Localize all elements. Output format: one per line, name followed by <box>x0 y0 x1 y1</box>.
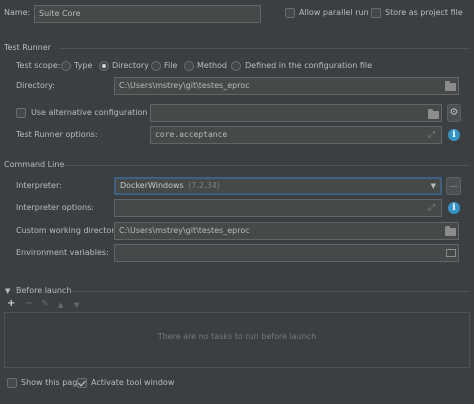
interpreter-version: (7.2.34) <box>188 181 220 190</box>
allow-parallel-label: Allow parallel run <box>299 8 369 17</box>
expand-icon[interactable]: ⤢ <box>428 203 435 213</box>
directory-input[interactable]: C:\Users\mstrey\git\testes_eproc <box>114 77 459 95</box>
scope-option-configuration: Defined in the configuration file <box>245 61 373 70</box>
info-icon[interactable]: i <box>448 129 460 141</box>
chevron-down-icon: ▼ <box>430 182 436 190</box>
move-down-icon[interactable]: ▼ <box>74 300 79 310</box>
scope-radio-directory[interactable] <box>99 61 109 71</box>
working-dir-input[interactable]: C:\Users\mstrey\git\testes_eproc <box>114 222 459 240</box>
test-runner-options-input[interactable]: core.acceptance <box>150 126 442 144</box>
before-launch-task-list[interactable]: There are no tasks to run before launch <box>4 312 470 368</box>
interpreter-label: Interpreter: <box>16 181 62 190</box>
scope-radio-type[interactable] <box>61 61 71 71</box>
env-vars-input[interactable] <box>114 244 459 262</box>
scope-radio-configuration[interactable] <box>231 61 241 71</box>
document-icon[interactable] <box>446 249 456 257</box>
activate-tool-window-checkbox[interactable] <box>77 378 87 388</box>
before-launch-section-title: Before launch <box>16 286 72 295</box>
before-launch-separator <box>72 291 470 292</box>
empty-tasks-text: There are no tasks to run before launch <box>157 332 317 341</box>
scope-radio-method[interactable] <box>184 61 194 71</box>
store-project-checkbox[interactable] <box>371 8 381 18</box>
folder-icon[interactable] <box>445 81 456 91</box>
show-page-label: Show this page <box>21 378 83 387</box>
interpreter-options-label: Interpreter options: <box>16 203 94 212</box>
gear-icon[interactable]: ⚙ <box>447 104 461 122</box>
test-scope-label: Test scope: <box>16 61 61 70</box>
alt-config-checkbox[interactable] <box>16 108 26 118</box>
edit-icon[interactable]: ✎ <box>41 299 49 309</box>
activate-tool-window-label: Activate tool window <box>91 378 175 387</box>
store-project-label: Store as project file <box>385 8 463 17</box>
directory-label: Directory: <box>16 81 55 90</box>
command-line-section-title: Command Line <box>4 160 65 169</box>
allow-parallel-checkbox[interactable] <box>285 8 295 18</box>
interpreter-value: DockerWindows <box>120 181 184 190</box>
name-input[interactable]: Suite Core <box>34 5 261 23</box>
env-vars-label: Environment variables: <box>16 248 109 257</box>
scope-radio-file[interactable] <box>151 61 161 71</box>
expand-icon[interactable]: ⤢ <box>428 130 435 140</box>
info-icon[interactable]: i <box>448 202 460 214</box>
test-runner-options-label: Test Runner options: <box>16 130 98 139</box>
interpreter-options-input[interactable] <box>114 199 442 217</box>
add-icon[interactable]: + <box>7 299 15 309</box>
test-runner-separator <box>60 48 470 49</box>
remove-icon[interactable]: − <box>25 299 33 309</box>
interpreter-select[interactable]: DockerWindows (7.2.34) ▼ <box>114 177 442 195</box>
scope-option-directory: Directory <box>112 61 149 70</box>
folder-icon[interactable] <box>428 109 439 119</box>
scope-option-method: Method <box>197 61 228 70</box>
working-dir-label: Custom working directory: <box>16 226 122 235</box>
collapse-triangle-icon[interactable]: ▼ <box>5 286 10 296</box>
alt-config-input[interactable] <box>150 104 442 122</box>
folder-icon[interactable] <box>445 226 456 236</box>
show-page-checkbox[interactable] <box>7 378 17 388</box>
scope-option-type: Type <box>74 61 93 70</box>
scope-option-file: File <box>164 61 178 70</box>
alt-config-label: Use alternative configuration file: <box>31 108 165 117</box>
move-up-icon[interactable]: ▲ <box>58 300 63 310</box>
interpreter-more-button[interactable]: ... <box>446 177 461 195</box>
name-label: Name: <box>4 8 31 17</box>
command-line-separator <box>60 165 470 166</box>
test-runner-section-title: Test Runner <box>4 43 51 52</box>
